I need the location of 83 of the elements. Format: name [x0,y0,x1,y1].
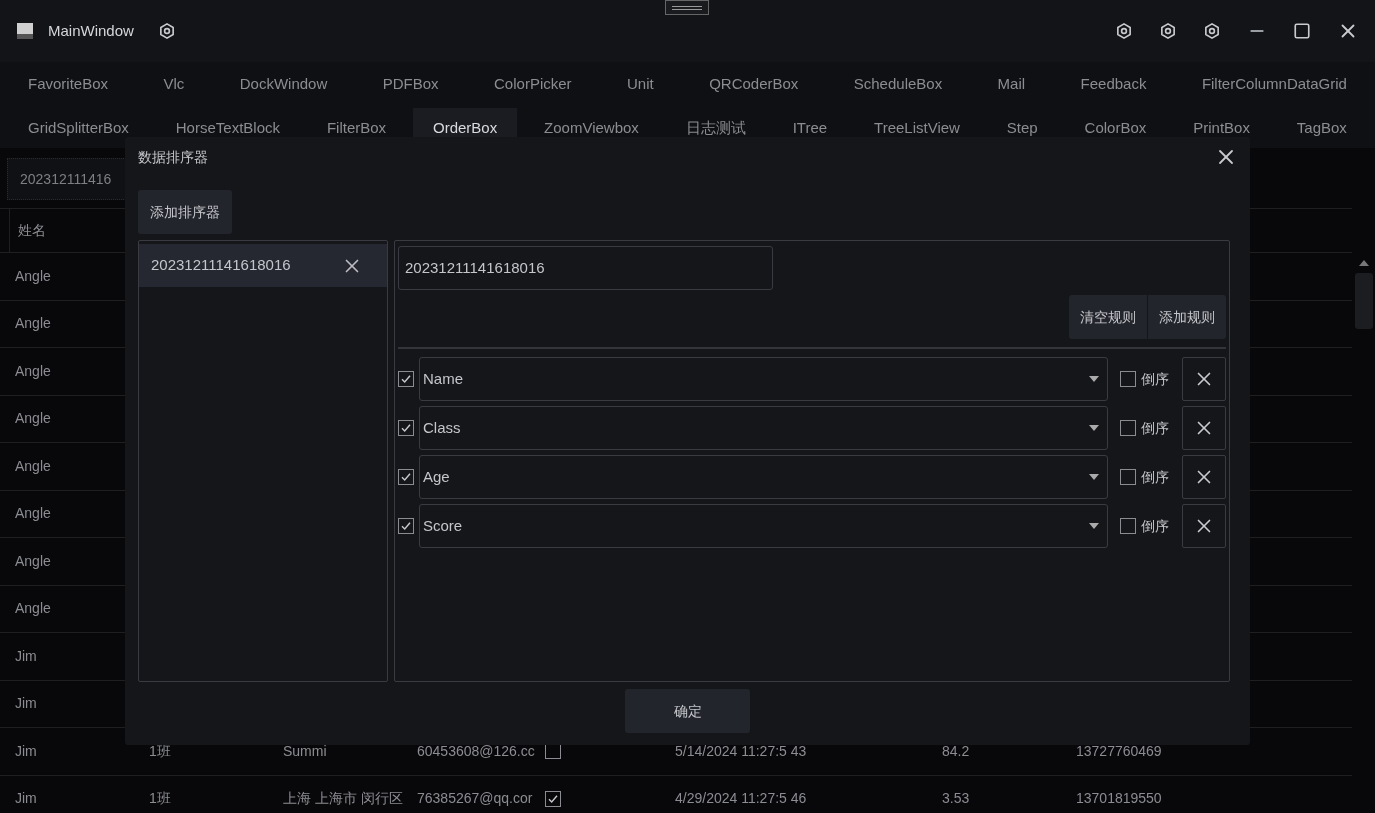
tab[interactable]: QRCoderBox [689,62,819,106]
tab[interactable]: ColorPicker [474,62,592,106]
settings-icon[interactable] [1203,22,1221,40]
table-cell: Angle [15,267,51,284]
settings-icon[interactable] [1115,22,1133,40]
checkbox[interactable] [545,790,561,807]
descending-label: 倒序 [1141,467,1169,487]
tab[interactable]: FavoriteBox [8,62,129,106]
table-cell: Jim [15,695,37,712]
settings-icon[interactable] [1159,22,1177,40]
field-select[interactable]: Score [419,504,1108,548]
check-icon [400,520,412,532]
check-icon [400,471,412,483]
table-cell: 13701819550 [1076,790,1162,807]
checkbox[interactable] [398,420,414,436]
checkbox[interactable] [398,518,414,534]
add-sorter-button[interactable]: 添加排序器 [138,190,232,234]
settings-icon[interactable] [157,22,176,40]
check-icon [400,373,412,385]
table-cell: 1班 [149,790,171,807]
table-cell: 5/14/2024 11:27:5 43 [675,742,807,759]
caret-icon [1089,376,1099,382]
add-rule-button[interactable]: 添加规则 [1147,295,1226,339]
tab[interactable]: Feedback [1060,62,1167,106]
checkbox[interactable] [1120,518,1136,534]
checkbox[interactable] [398,469,414,485]
table-cell: 76385267@qq.cor [417,790,533,807]
table-cell: 1班 [149,742,171,759]
checkbox[interactable] [398,371,414,387]
caret-icon [1089,523,1099,529]
remove-rule-button[interactable] [1182,455,1226,499]
table-cell: 上海 上海市 闵行区 [283,790,403,807]
table-cell: Jim [15,790,37,807]
table-cell: Angle [15,552,51,569]
table-cell: 84.2 [942,742,970,759]
table-cell: Jim [15,742,37,759]
remove-rule-button[interactable] [1182,406,1226,450]
checkbox[interactable] [1120,420,1136,436]
column-header[interactable]: 姓名 [10,220,46,241]
window-icon [16,22,34,40]
table-cell: Angle [15,505,51,522]
descending-label: 倒序 [1141,516,1169,536]
remove-rule-button[interactable] [1182,504,1226,548]
descending-label: 倒序 [1141,369,1169,389]
maximize-icon[interactable] [1293,22,1311,40]
tab[interactable]: TagBox [1276,108,1367,148]
tab[interactable]: GridSplitterBox [8,108,149,148]
tab[interactable]: ScheduleBox [833,62,963,106]
table-cell: 60453608@126.cc [417,742,535,759]
tab[interactable]: Mail [977,62,1046,106]
table-cell: Angle [15,600,51,617]
table-cell: Summi [283,742,327,759]
descending-label: 倒序 [1141,418,1169,438]
window-title: MainWindow [48,20,134,41]
table-cell: 13727760469 [1076,742,1162,759]
scroll-up-icon[interactable] [1358,260,1369,266]
tab[interactable]: Vlc [143,62,205,106]
clear-rules-button[interactable]: 清空规则 [1069,295,1147,339]
confirm-button[interactable]: 确定 [625,689,750,733]
name-field[interactable]: 20231211141618016 [398,246,773,290]
caret-icon [1089,425,1099,431]
drag-handle[interactable] [665,0,709,15]
check-icon [547,792,559,805]
sorter-item[interactable]: 20231211141618016 [139,244,387,287]
field-select[interactable]: Class [419,406,1108,450]
table-cell: Angle [15,362,51,379]
field-select[interactable]: Age [419,455,1108,499]
checkbox[interactable] [1120,371,1136,387]
tab[interactable]: Unit [607,62,674,106]
tab[interactable]: FilterColumnDataGrid [1181,62,1367,106]
check-icon [400,422,412,434]
table-cell: Jim [15,647,37,664]
field-select[interactable]: Name [419,357,1108,401]
table-cell: Angle [15,410,51,427]
caret-icon [1089,474,1099,480]
table-cell: Angle [15,457,51,474]
remove-rule-button[interactable] [1182,357,1226,401]
checkbox[interactable] [1120,469,1136,485]
tab[interactable]: DockWindow [219,62,348,106]
table-cell: Angle [15,315,51,332]
tab[interactable]: PDFBox [362,62,459,106]
table-cell: 4/29/2024 11:27:5 46 [675,790,807,807]
table-cell: 3.53 [942,790,970,807]
